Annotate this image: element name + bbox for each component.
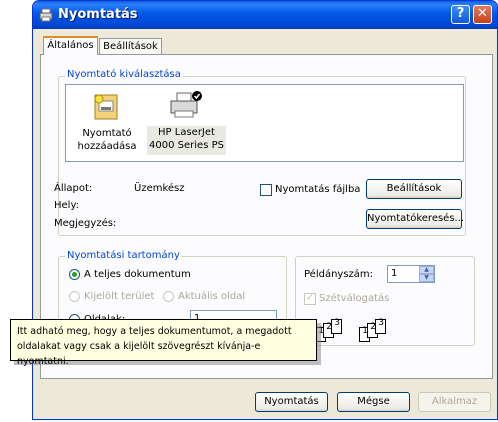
selection-radio[interactable]: [69, 291, 80, 302]
printer-item-label: hozzáadása: [77, 141, 137, 152]
selection-label[interactable]: Kijelölt terület: [84, 291, 154, 302]
printer-item-add[interactable]: Nyomtató hozzáadása: [74, 91, 137, 159]
cancel-button[interactable]: Mégse: [337, 392, 410, 412]
close-button[interactable]: ✕: [473, 5, 492, 24]
page-icon: 3: [331, 319, 342, 334]
add-printer-icon: [91, 91, 123, 123]
title-bar[interactable]: Nyomtatás ? ✕: [33, 1, 497, 29]
tooltip: Itt adható meg, hogy a teljes dokumentum…: [10, 319, 317, 367]
tab-settings[interactable]: Beállítások: [99, 38, 162, 55]
printer-group-title: Nyomtató kiválasztása: [65, 69, 183, 80]
preferences-button[interactable]: Beállítások: [366, 179, 462, 199]
printer-app-icon: [39, 8, 53, 22]
window-title: Nyomtatás: [58, 7, 138, 22]
all-pages-radio[interactable]: [69, 269, 80, 280]
printer-item-label: 4000 Series PS: [149, 140, 224, 151]
location-label: Hely:: [54, 200, 80, 211]
printer-item-label: Nyomtató: [82, 128, 132, 139]
status-value: Üzemkész: [134, 183, 185, 194]
print-to-file-label[interactable]: Nyomtatás fájlba: [275, 184, 360, 195]
current-page-radio[interactable]: [163, 291, 174, 302]
print-to-file-checkbox[interactable]: [260, 184, 272, 196]
tab-general[interactable]: Általános: [43, 36, 98, 55]
copies-value: 1: [391, 268, 398, 279]
find-printer-button[interactable]: Nyomtatókeresés...: [366, 209, 464, 229]
apply-button[interactable]: Alkalmaz: [418, 392, 491, 412]
printer-item-hp-laserjet[interactable]: HP LaserJet 4000 Series PS: [147, 89, 227, 157]
print-range-title: Nyomtatási tartomány: [65, 250, 182, 261]
copies-label: Példányszám:: [304, 269, 374, 280]
status-label: Állapot:: [54, 183, 93, 194]
printer-icon: [169, 91, 203, 121]
all-pages-label[interactable]: A teljes dokumentum: [84, 269, 191, 280]
tooltip-line: Itt adható meg, hogy a teljes dokumentum…: [17, 326, 292, 337]
copies-spinner[interactable]: 1 ▲ ▼: [387, 265, 435, 283]
spin-up-icon[interactable]: ▲: [419, 266, 434, 274]
tooltip-line: oldalakat vagy csak a kijelölt szövegrés…: [17, 341, 261, 367]
print-button[interactable]: Nyomtatás: [255, 392, 328, 412]
collate-checkbox[interactable]: ✓: [304, 293, 316, 305]
page-icon: 3: [375, 319, 386, 334]
collate-label[interactable]: Szétválogatás: [319, 293, 389, 304]
collate-preview-icon: 1 2 3 1 2 3: [315, 319, 415, 349]
help-button[interactable]: ?: [451, 5, 470, 24]
comment-label: Megjegyzés:: [54, 218, 117, 229]
spin-down-icon[interactable]: ▼: [419, 274, 434, 282]
current-page-label[interactable]: Aktuális oldal: [178, 291, 245, 302]
printer-item-label: HP LaserJet: [158, 127, 215, 138]
